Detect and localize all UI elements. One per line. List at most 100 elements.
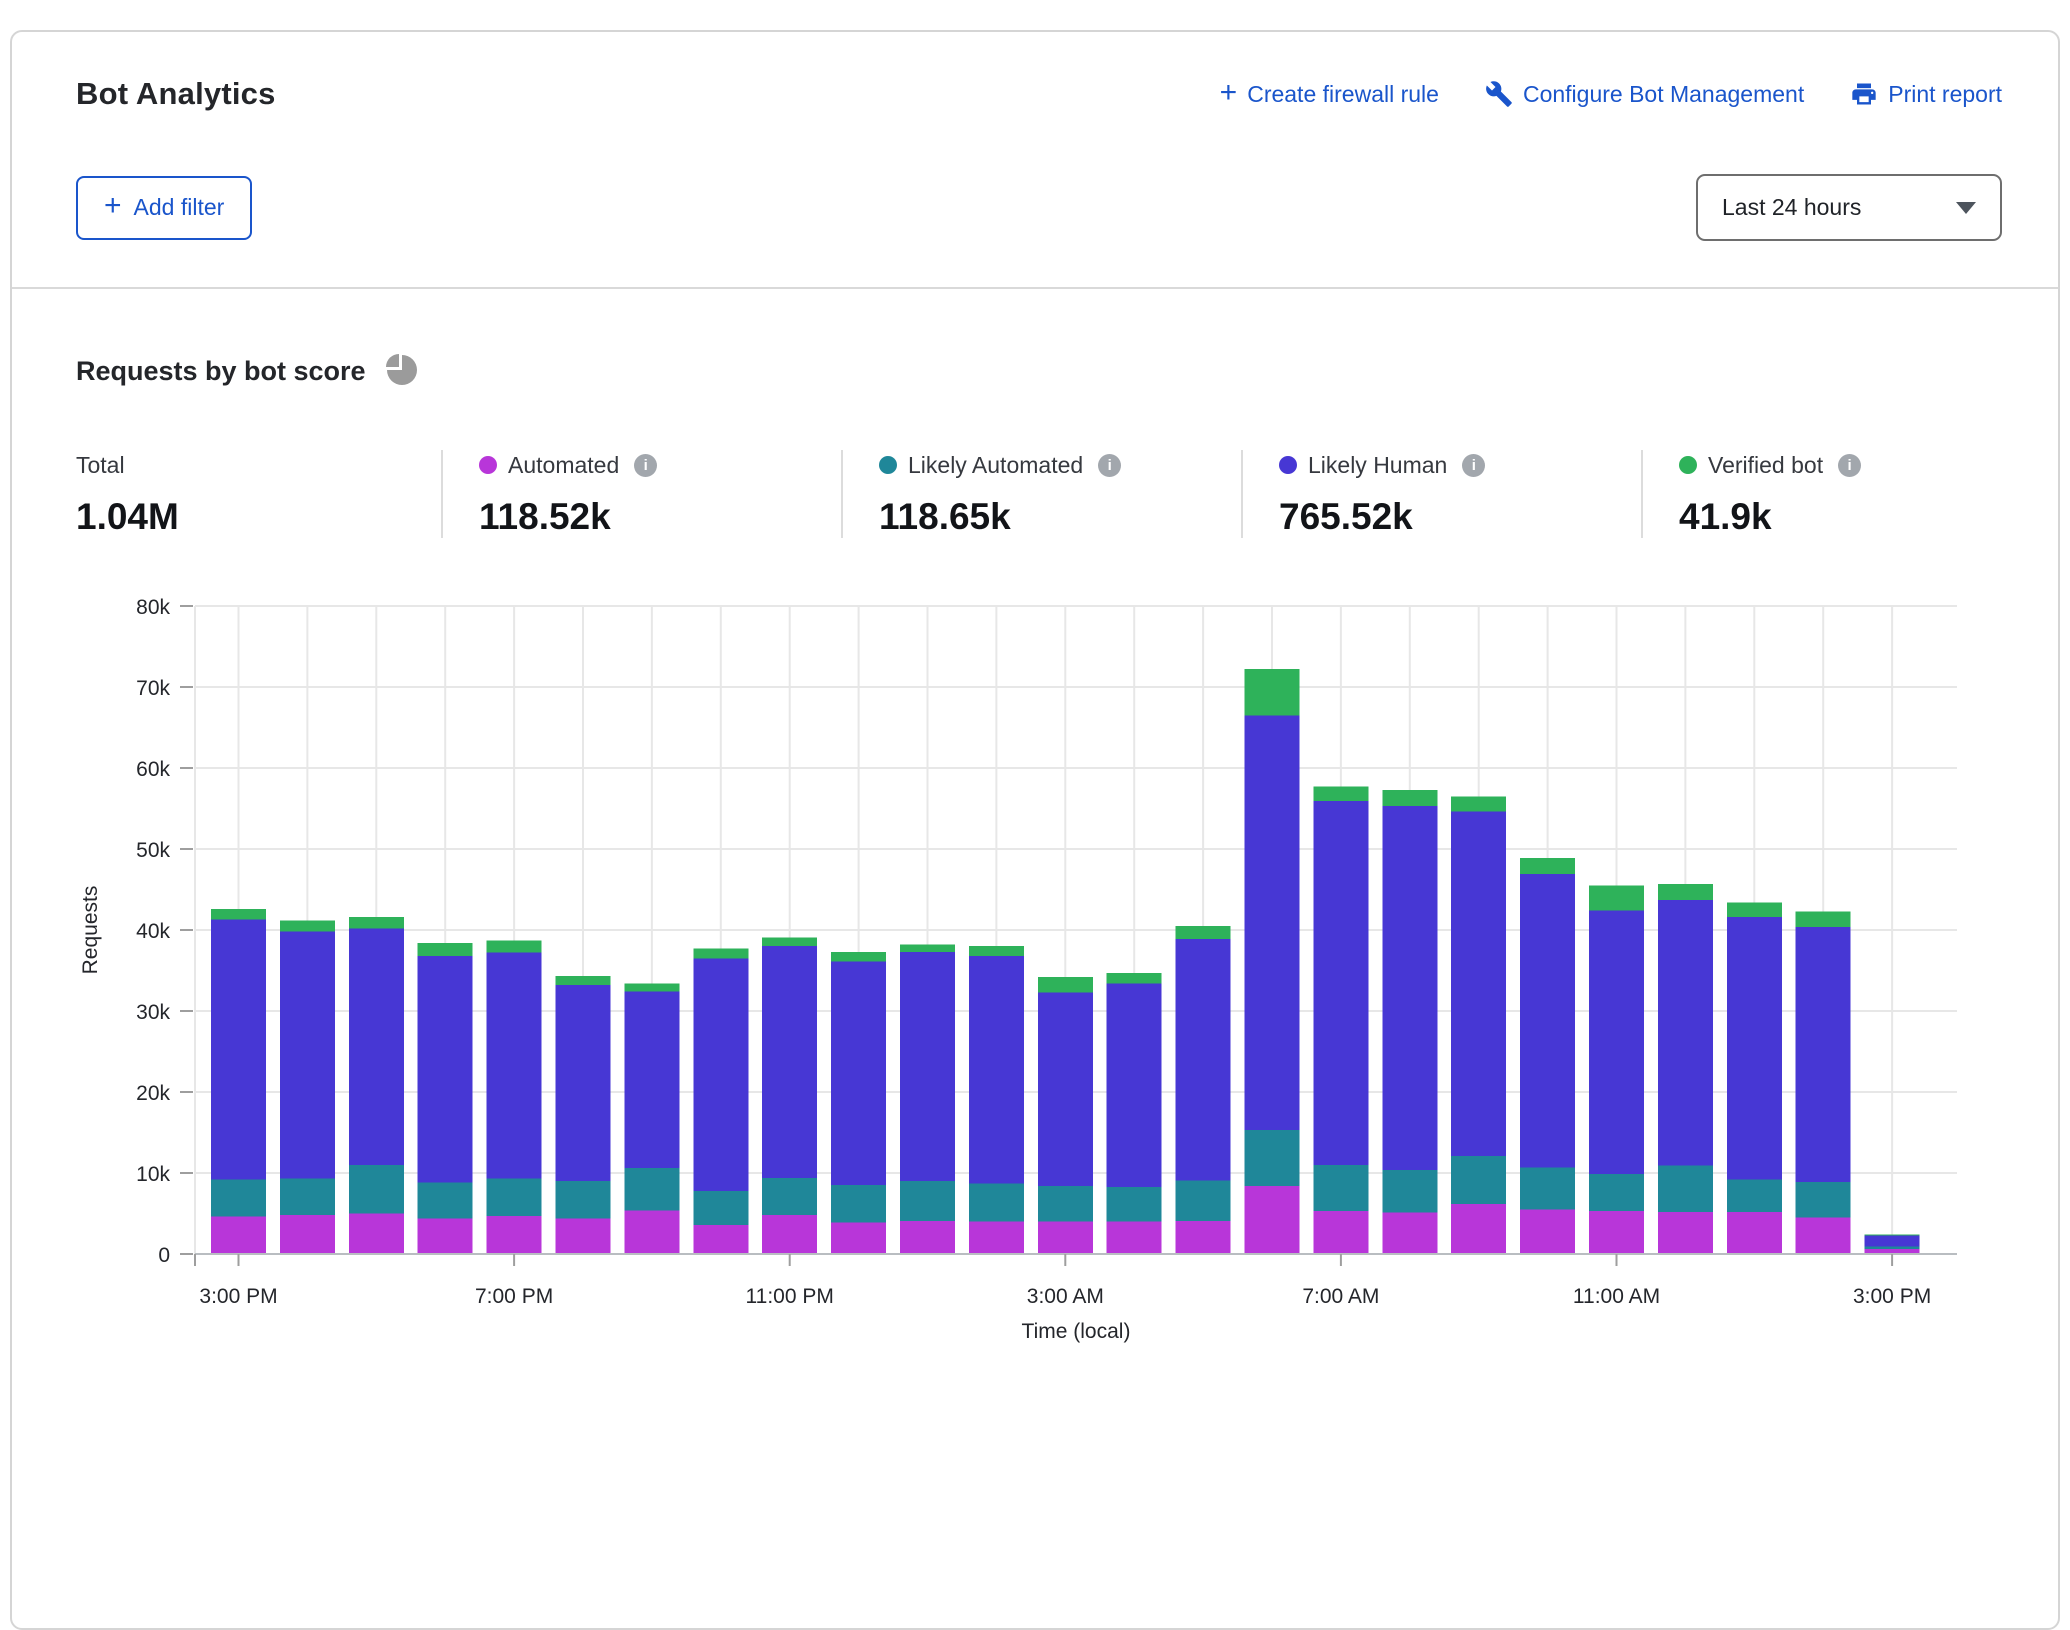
bar-segment-likely-human[interactable] [1107, 983, 1162, 1186]
bar-segment-likely-human[interactable] [1451, 812, 1506, 1156]
bar-segment-likely-automated[interactable] [1727, 1179, 1782, 1211]
bar-segment-likely-automated[interactable] [211, 1179, 266, 1216]
bar-segment-verified-bot[interactable] [624, 983, 679, 991]
bar-segment-likely-automated[interactable] [762, 1178, 817, 1215]
bar-segment-verified-bot[interactable] [1176, 926, 1231, 939]
bar-segment-likely-automated[interactable] [1382, 1170, 1437, 1213]
bar-segment-likely-human[interactable] [1038, 992, 1093, 1186]
bar-segment-likely-human[interactable] [1245, 715, 1300, 1130]
bar-segment-verified-bot[interactable] [1658, 884, 1713, 900]
bar-segment-verified-bot[interactable] [969, 946, 1024, 956]
bar-segment-likely-automated[interactable] [1107, 1187, 1162, 1222]
bar-segment-verified-bot[interactable] [831, 952, 886, 962]
bar-segment-likely-human[interactable] [1727, 917, 1782, 1179]
info-icon[interactable]: i [634, 454, 657, 477]
bar-segment-automated[interactable] [1658, 1212, 1713, 1254]
bar-segment-verified-bot[interactable] [1520, 858, 1575, 874]
bar-segment-verified-bot[interactable] [487, 941, 542, 953]
bar-segment-verified-bot[interactable] [1107, 973, 1162, 984]
bar-segment-automated[interactable] [418, 1218, 473, 1254]
bar-segment-likely-human[interactable] [1658, 900, 1713, 1166]
bar-segment-verified-bot[interactable] [693, 949, 748, 959]
bar-segment-verified-bot[interactable] [418, 943, 473, 956]
bar-segment-likely-automated[interactable] [1245, 1130, 1300, 1186]
bar-segment-likely-automated[interactable] [1658, 1166, 1713, 1212]
bar-segment-automated[interactable] [693, 1225, 748, 1254]
bar-segment-likely-human[interactable] [556, 985, 611, 1181]
add-filter-button[interactable]: + Add filter [76, 176, 252, 240]
bar-segment-likely-human[interactable] [624, 992, 679, 1169]
bar-segment-verified-bot[interactable] [900, 945, 955, 952]
bar-segment-likely-automated[interactable] [1865, 1247, 1920, 1249]
bar-segment-verified-bot[interactable] [1796, 911, 1851, 926]
info-icon[interactable]: i [1098, 454, 1121, 477]
bar-segment-likely-human[interactable] [1796, 927, 1851, 1182]
bar-segment-automated[interactable] [280, 1215, 335, 1254]
create-firewall-rule-link[interactable]: + Create firewall rule [1220, 81, 1439, 108]
bar-segment-likely-automated[interactable] [1038, 1186, 1093, 1222]
bar-segment-automated[interactable] [831, 1222, 886, 1254]
bar-segment-likely-human[interactable] [418, 956, 473, 1183]
bar-segment-likely-human[interactable] [211, 919, 266, 1179]
bar-segment-automated[interactable] [1245, 1186, 1300, 1254]
bar-segment-automated[interactable] [1727, 1212, 1782, 1254]
bar-segment-likely-human[interactable] [693, 958, 748, 1190]
bar-segment-likely-human[interactable] [1589, 911, 1644, 1174]
bar-segment-verified-bot[interactable] [280, 920, 335, 931]
bar-segment-likely-automated[interactable] [487, 1179, 542, 1216]
bar-segment-likely-automated[interactable] [1589, 1174, 1644, 1211]
bar-segment-likely-human[interactable] [1865, 1235, 1920, 1246]
bar-segment-verified-bot[interactable] [1038, 977, 1093, 992]
time-range-select[interactable]: Last 24 hours [1696, 174, 2002, 241]
bar-segment-verified-bot[interactable] [1382, 790, 1437, 806]
bar-segment-automated[interactable] [1313, 1211, 1368, 1254]
bar-segment-likely-automated[interactable] [624, 1168, 679, 1210]
bar-segment-verified-bot[interactable] [211, 909, 266, 920]
bar-segment-automated[interactable] [762, 1215, 817, 1254]
bar-segment-automated[interactable] [969, 1222, 1024, 1254]
bar-segment-likely-automated[interactable] [969, 1184, 1024, 1222]
info-icon[interactable]: i [1838, 454, 1861, 477]
bar-segment-likely-automated[interactable] [280, 1179, 335, 1215]
bar-segment-verified-bot[interactable] [349, 917, 404, 928]
print-report-link[interactable]: Print report [1850, 80, 2002, 108]
bar-segment-likely-human[interactable] [349, 928, 404, 1165]
configure-bot-management-link[interactable]: Configure Bot Management [1485, 80, 1804, 108]
bar-segment-automated[interactable] [1382, 1213, 1437, 1254]
bar-segment-verified-bot[interactable] [1313, 787, 1368, 802]
bar-segment-automated[interactable] [556, 1218, 611, 1254]
bar-segment-likely-automated[interactable] [1796, 1182, 1851, 1218]
bar-segment-automated[interactable] [1107, 1222, 1162, 1254]
bar-segment-automated[interactable] [1451, 1204, 1506, 1254]
bar-segment-likely-automated[interactable] [1520, 1167, 1575, 1209]
bar-segment-automated[interactable] [349, 1214, 404, 1255]
bar-segment-likely-automated[interactable] [693, 1191, 748, 1225]
bar-segment-verified-bot[interactable] [1727, 902, 1782, 917]
bar-segment-likely-human[interactable] [762, 946, 817, 1178]
bar-segment-automated[interactable] [624, 1210, 679, 1254]
bar-segment-likely-automated[interactable] [418, 1183, 473, 1219]
bar-segment-automated[interactable] [211, 1217, 266, 1254]
bar-segment-likely-automated[interactable] [900, 1181, 955, 1221]
bar-segment-verified-bot[interactable] [1245, 669, 1300, 715]
bar-segment-verified-bot[interactable] [556, 976, 611, 985]
bar-segment-likely-human[interactable] [1313, 801, 1368, 1165]
bar-segment-likely-human[interactable] [900, 952, 955, 1181]
bar-segment-likely-automated[interactable] [1176, 1180, 1231, 1221]
bar-segment-likely-human[interactable] [280, 932, 335, 1179]
bar-segment-automated[interactable] [1176, 1221, 1231, 1254]
bar-segment-likely-human[interactable] [831, 962, 886, 1186]
bar-segment-automated[interactable] [1520, 1209, 1575, 1254]
bar-segment-likely-automated[interactable] [1313, 1165, 1368, 1211]
bar-segment-verified-bot[interactable] [1589, 885, 1644, 910]
bar-segment-likely-automated[interactable] [1451, 1156, 1506, 1204]
bar-segment-automated[interactable] [1589, 1211, 1644, 1254]
bar-segment-likely-human[interactable] [969, 956, 1024, 1184]
bar-segment-automated[interactable] [900, 1221, 955, 1254]
bar-segment-likely-human[interactable] [1520, 874, 1575, 1167]
bar-segment-verified-bot[interactable] [762, 937, 817, 946]
bar-segment-automated[interactable] [1796, 1218, 1851, 1254]
bar-segment-likely-automated[interactable] [349, 1165, 404, 1214]
info-icon[interactable]: i [1462, 454, 1485, 477]
bar-segment-verified-bot[interactable] [1865, 1235, 1920, 1236]
